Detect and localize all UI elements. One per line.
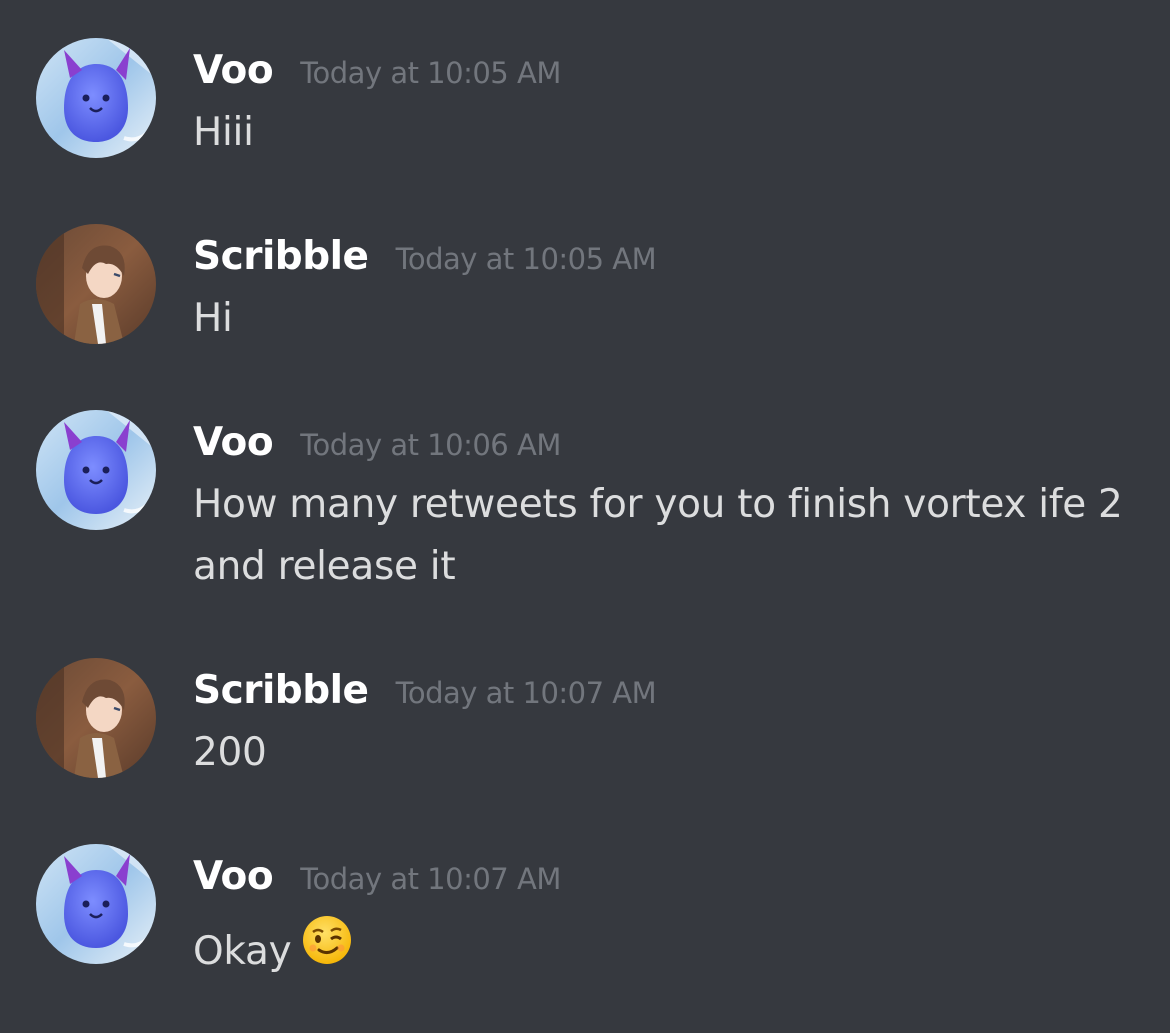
blue-creature-avatar-icon	[36, 410, 156, 530]
message-text-row: Okay	[193, 916, 1143, 989]
username[interactable]: Voo	[193, 420, 274, 465]
avatar[interactable]	[36, 410, 156, 530]
anime-boy-avatar-icon	[36, 658, 156, 778]
timestamp: Today at 10:07 AM	[395, 676, 657, 710]
winking-face-emoji-icon	[301, 914, 353, 985]
avatar[interactable]	[36, 38, 156, 158]
message-text: Hiii	[193, 110, 254, 155]
message-text: 200	[193, 730, 267, 775]
timestamp: Today at 10:05 AM	[395, 242, 657, 276]
blue-creature-avatar-icon	[36, 844, 156, 964]
avatar[interactable]	[36, 224, 156, 344]
avatar[interactable]	[36, 658, 156, 778]
avatar[interactable]	[36, 844, 156, 964]
timestamp: Today at 10:05 AM	[300, 56, 561, 90]
blue-creature-avatar-icon	[36, 38, 156, 158]
username[interactable]: Voo	[193, 48, 274, 93]
timestamp: Today at 10:06 AM	[300, 428, 561, 462]
timestamp: Today at 10:07 AM	[300, 862, 561, 896]
message-text: How many retweets for you to finish vort…	[193, 482, 1123, 589]
message-text: Okay	[193, 929, 292, 974]
username[interactable]: Voo	[193, 854, 274, 899]
username[interactable]: Scribble	[193, 234, 369, 279]
message-text: Hi	[193, 296, 233, 341]
anime-boy-avatar-icon	[36, 224, 156, 344]
username[interactable]: Scribble	[193, 668, 369, 713]
